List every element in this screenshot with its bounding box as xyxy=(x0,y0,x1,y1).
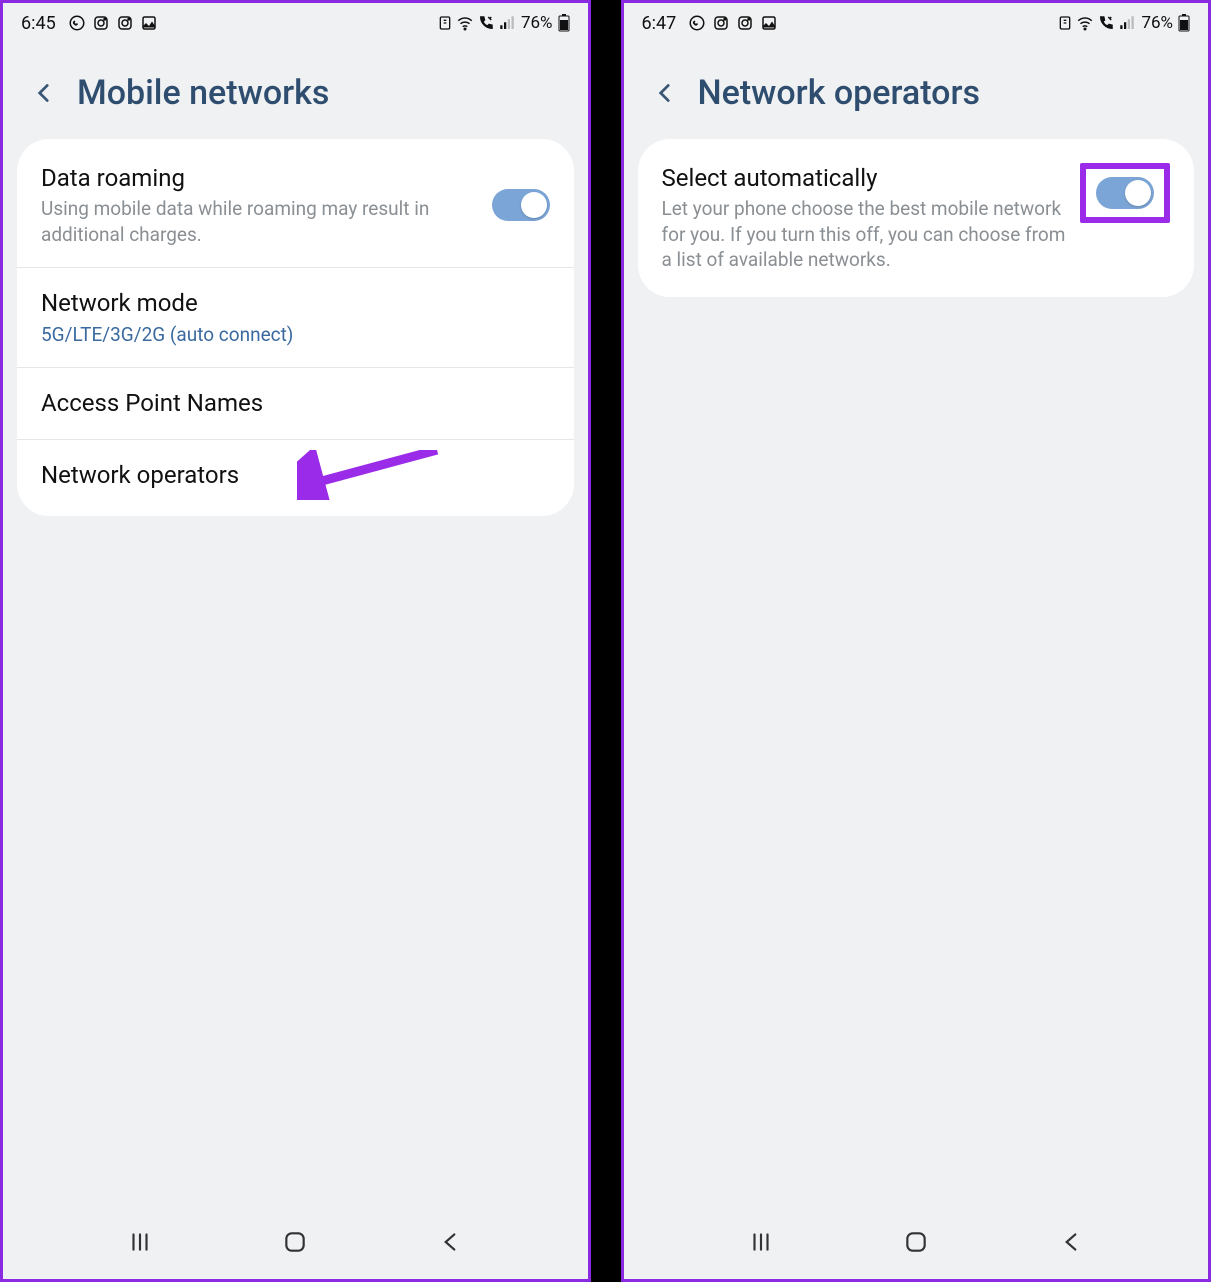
navbar xyxy=(624,1219,1209,1269)
instagram-icon xyxy=(736,14,754,32)
roaming-toggle[interactable] xyxy=(492,189,550,221)
row-title: Access Point Names xyxy=(41,388,538,419)
row-network-operators[interactable]: Network operators xyxy=(17,440,574,511)
row-data-roaming[interactable]: Data roaming Using mobile data while roa… xyxy=(17,143,574,268)
row-apn[interactable]: Access Point Names xyxy=(17,368,574,440)
status-time: 6:45 xyxy=(21,13,56,34)
whatsapp-icon xyxy=(68,14,86,32)
row-title: Data roaming xyxy=(41,163,480,194)
row-subtitle: 5G/LTE/3G/2G (auto connect) xyxy=(41,322,538,348)
battery-pct: 76% xyxy=(1141,13,1173,33)
row-title: Network mode xyxy=(41,288,538,319)
page-title: Network operators xyxy=(698,73,980,113)
image-icon xyxy=(760,14,778,32)
toggle-knob xyxy=(521,192,547,218)
signal-icon xyxy=(498,14,516,32)
row-title: Select automatically xyxy=(662,163,1069,194)
instagram-icon xyxy=(712,14,730,32)
status-right: 76% xyxy=(437,13,570,33)
battery-icon xyxy=(1178,14,1190,32)
row-select-automatically[interactable]: Select automatically Let your phone choo… xyxy=(638,143,1195,293)
settings-card: Data roaming Using mobile data while roa… xyxy=(17,139,574,516)
instagram-icon xyxy=(92,14,110,32)
battery-pct: 76% xyxy=(521,13,553,33)
nav-home-icon[interactable] xyxy=(903,1229,929,1259)
card-icon xyxy=(1057,15,1073,31)
volte-icon xyxy=(1097,14,1115,32)
status-time: 6:47 xyxy=(642,13,677,34)
status-left: 6:45 xyxy=(21,13,158,34)
annotation-highlight xyxy=(1080,163,1170,223)
signal-icon xyxy=(1118,14,1136,32)
row-network-mode[interactable]: Network mode 5G/LTE/3G/2G (auto connect) xyxy=(17,268,574,368)
statusbar: 6:47 76% xyxy=(624,3,1209,43)
instagram-icon xyxy=(116,14,134,32)
battery-icon xyxy=(558,14,570,32)
whatsapp-icon xyxy=(688,14,706,32)
navbar xyxy=(3,1219,588,1269)
volte-icon xyxy=(477,14,495,32)
row-subtitle: Using mobile data while roaming may resu… xyxy=(41,196,480,247)
phone-right: 6:47 76% Network operators Select automa… xyxy=(621,0,1211,1282)
status-right: 76% xyxy=(1057,13,1190,33)
nav-back-icon[interactable] xyxy=(437,1229,463,1259)
nav-home-icon[interactable] xyxy=(282,1229,308,1259)
wifi-icon xyxy=(456,14,474,32)
statusbar: 6:45 76% xyxy=(3,3,588,43)
row-title: Network operators xyxy=(41,460,538,491)
image-icon xyxy=(140,14,158,32)
nav-recents-icon[interactable] xyxy=(748,1229,774,1259)
row-subtitle: Let your phone choose the best mobile ne… xyxy=(662,196,1069,273)
nav-recents-icon[interactable] xyxy=(127,1229,153,1259)
toggle-knob xyxy=(1125,180,1151,206)
page-title: Mobile networks xyxy=(77,73,329,113)
nav-back-icon[interactable] xyxy=(1058,1229,1084,1259)
back-icon[interactable] xyxy=(652,80,678,106)
screenshot-divider xyxy=(591,0,621,1282)
wifi-icon xyxy=(1076,14,1094,32)
card-icon xyxy=(437,15,453,31)
header: Mobile networks xyxy=(3,43,588,139)
header: Network operators xyxy=(624,43,1209,139)
auto-select-toggle[interactable] xyxy=(1096,177,1154,209)
settings-card: Select automatically Let your phone choo… xyxy=(638,139,1195,297)
status-left: 6:47 xyxy=(642,13,779,34)
back-icon[interactable] xyxy=(31,80,57,106)
phone-left: 6:45 76% Mobile networks Data roaming Us… xyxy=(0,0,591,1282)
